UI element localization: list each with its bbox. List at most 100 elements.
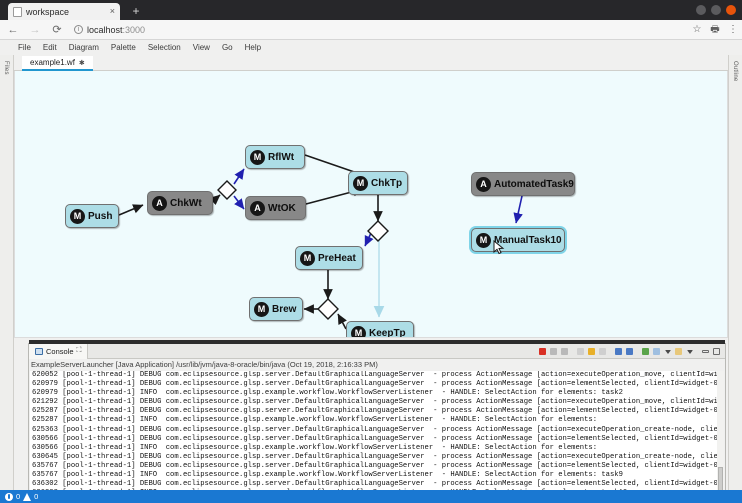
address-bar[interactable]: i localhost:3000 bbox=[74, 22, 682, 38]
console-launch-line: ExampleServerLauncher [Java Application]… bbox=[31, 360, 378, 369]
node-label: PreHeat bbox=[318, 252, 356, 264]
editor-area: example1.wf ✱ M Push A ChkWt M RflWt A W… bbox=[14, 55, 728, 338]
editor-tab-example1[interactable]: example1.wf ✱ bbox=[22, 56, 93, 71]
menu-palette[interactable]: Palette bbox=[111, 43, 136, 52]
remove-all-launches-icon[interactable] bbox=[560, 346, 570, 357]
pin-console-icon[interactable] bbox=[641, 346, 651, 357]
diagram-edges bbox=[118, 154, 523, 330]
node-label: RflWt bbox=[268, 151, 295, 163]
diagram-node-chktp[interactable]: M ChkTp bbox=[348, 171, 408, 195]
diagram-node-rflwt[interactable]: M RflWt bbox=[245, 145, 305, 169]
editor-tab-title: example1.wf bbox=[30, 58, 75, 67]
diagram-node-wtok[interactable]: A WtOK bbox=[245, 196, 306, 220]
window-controls bbox=[696, 5, 736, 15]
diagram-node-chkwt[interactable]: A ChkWt bbox=[147, 191, 213, 215]
node-label: ChkWt bbox=[170, 197, 202, 209]
browser-tab[interactable]: workspace × bbox=[8, 3, 120, 20]
console-log-line: 625287 [pool-1-thread-1] DEBUG com.eclip… bbox=[32, 407, 723, 416]
node-label: WtOK bbox=[268, 202, 296, 214]
console-tabrow: Console ⛶ bbox=[29, 343, 725, 359]
manual-task-icon: M bbox=[254, 301, 269, 317]
browser-toolbar: ← → ⟳ i localhost:3000 ☆ 🖶 ⋮ bbox=[0, 20, 742, 40]
window-maximize-button[interactable] bbox=[711, 5, 721, 15]
new-tab-button[interactable]: + bbox=[128, 4, 144, 18]
diagram-canvas[interactable]: M Push A ChkWt M RflWt A WtOK M ChkTp M PreHea… bbox=[14, 71, 728, 338]
node-label: ManualTask10 bbox=[494, 234, 562, 246]
console-log-line: 621292 [pool-1-thread-1] DEBUG com.eclip… bbox=[32, 398, 724, 407]
files-view-label[interactable]: Files bbox=[3, 61, 9, 75]
new-console-icon[interactable] bbox=[674, 346, 684, 357]
error-count: 0 bbox=[16, 492, 21, 501]
warning-count: 0 bbox=[34, 492, 39, 501]
window-close-button[interactable] bbox=[726, 5, 736, 15]
lock-scroll-icon[interactable] bbox=[587, 346, 597, 357]
bookmark-star-icon[interactable]: ☆ bbox=[688, 21, 706, 39]
console-toolbar bbox=[538, 345, 722, 358]
right-rail: Outline bbox=[728, 55, 742, 503]
browser-menu-icon[interactable]: ⋮ bbox=[724, 21, 742, 39]
reload-icon[interactable]: ⟳ bbox=[48, 21, 66, 39]
browser-tab-title: workspace bbox=[26, 6, 70, 17]
dropdown-2-icon[interactable] bbox=[685, 346, 695, 357]
scroll-lock-icon[interactable] bbox=[598, 346, 608, 357]
node-label: Push bbox=[88, 210, 113, 222]
editor-tabstrip: example1.wf ✱ bbox=[14, 55, 728, 71]
diagram-node-push[interactable]: M Push bbox=[65, 204, 119, 228]
menu-selection[interactable]: Selection bbox=[148, 43, 181, 52]
console-vertical-scrollbar[interactable] bbox=[717, 371, 724, 503]
console-icon bbox=[35, 347, 43, 355]
tab-console[interactable]: Console ⛶ bbox=[29, 343, 89, 359]
automated-task-icon: A bbox=[250, 200, 265, 216]
diagram-node-automatedtask9[interactable]: A AutomatedTask9 bbox=[471, 172, 575, 196]
diagram-node-keeptp[interactable]: M KeepTp bbox=[346, 321, 414, 337]
address-bar-url: localhost:3000 bbox=[87, 24, 146, 35]
site-info-icon[interactable]: i bbox=[74, 25, 83, 34]
diagram-node-brew[interactable]: M Brew bbox=[249, 297, 303, 321]
manual-task-icon: M bbox=[351, 325, 366, 337]
decision-diamond bbox=[367, 220, 389, 242]
manual-task-icon: M bbox=[70, 208, 85, 224]
ide-window: File Edit Diagram Palette Selection View… bbox=[0, 40, 742, 503]
console-log-line: 620979 [pool-1-thread-1] INFO com.eclips… bbox=[32, 389, 623, 398]
minimize-icon[interactable] bbox=[701, 346, 711, 357]
console-log-line: 620052 [pool-1-thread-1] DEBUG com.eclip… bbox=[32, 371, 724, 379]
console-log-line: 635767 [pool-1-thread-1] DEBUG com.eclip… bbox=[32, 461, 723, 470]
manual-task-icon: M bbox=[300, 250, 315, 266]
menu-edit[interactable]: Edit bbox=[43, 43, 57, 52]
menu-view[interactable]: View bbox=[193, 43, 210, 52]
remove-launch-icon[interactable] bbox=[549, 346, 559, 357]
window-minimize-button[interactable] bbox=[696, 5, 706, 15]
menu-diagram[interactable]: Diagram bbox=[69, 43, 99, 52]
outline-view-label[interactable]: Outline bbox=[732, 61, 738, 81]
maximize-icon[interactable]: ⛶ bbox=[77, 347, 82, 355]
back-icon[interactable]: ← bbox=[4, 21, 22, 39]
display-console-icon[interactable] bbox=[652, 346, 662, 357]
menubar: File Edit Diagram Palette Selection View… bbox=[0, 40, 742, 55]
diagram-node-manualtask10[interactable]: M ManualTask10 bbox=[471, 228, 565, 252]
terminate-icon[interactable] bbox=[538, 346, 548, 357]
maximize-icon[interactable] bbox=[712, 346, 722, 357]
automated-task-icon: A bbox=[476, 176, 491, 192]
node-label: AutomatedTask9 bbox=[494, 178, 574, 190]
print-icon[interactable]: 🖶 bbox=[706, 21, 724, 39]
console-log-output[interactable]: 620052 [pool-1-thread-1] DEBUG com.eclip… bbox=[30, 371, 724, 503]
console-log-line: 625287 [pool-1-thread-1] INFO com.eclips… bbox=[32, 416, 598, 425]
console-log-line: 635767 [pool-1-thread-1] INFO com.eclips… bbox=[32, 471, 623, 480]
error-icon bbox=[5, 492, 13, 501]
menu-file[interactable]: File bbox=[18, 43, 31, 52]
menu-go[interactable]: Go bbox=[222, 43, 233, 52]
console-tab-label: Console bbox=[46, 346, 74, 356]
close-icon[interactable]: × bbox=[110, 7, 115, 16]
manual-task-icon: M bbox=[353, 175, 368, 191]
show-console-when-out-icon[interactable] bbox=[614, 346, 624, 357]
console-log-line: 630566 [pool-1-thread-1] DEBUG com.eclip… bbox=[32, 434, 723, 443]
print-icon[interactable] bbox=[576, 346, 586, 357]
diagram-node-preheat[interactable]: M PreHeat bbox=[295, 246, 363, 270]
forward-icon[interactable]: → bbox=[26, 21, 44, 39]
console-log-line: 625363 [pool-1-thread-1] DEBUG com.eclip… bbox=[32, 425, 724, 434]
merge-diamond bbox=[317, 298, 339, 320]
menu-help[interactable]: Help bbox=[245, 43, 261, 52]
show-console-when-err-icon[interactable] bbox=[625, 346, 635, 357]
warning-icon bbox=[23, 492, 32, 501]
dropdown-1-icon[interactable] bbox=[663, 346, 673, 357]
